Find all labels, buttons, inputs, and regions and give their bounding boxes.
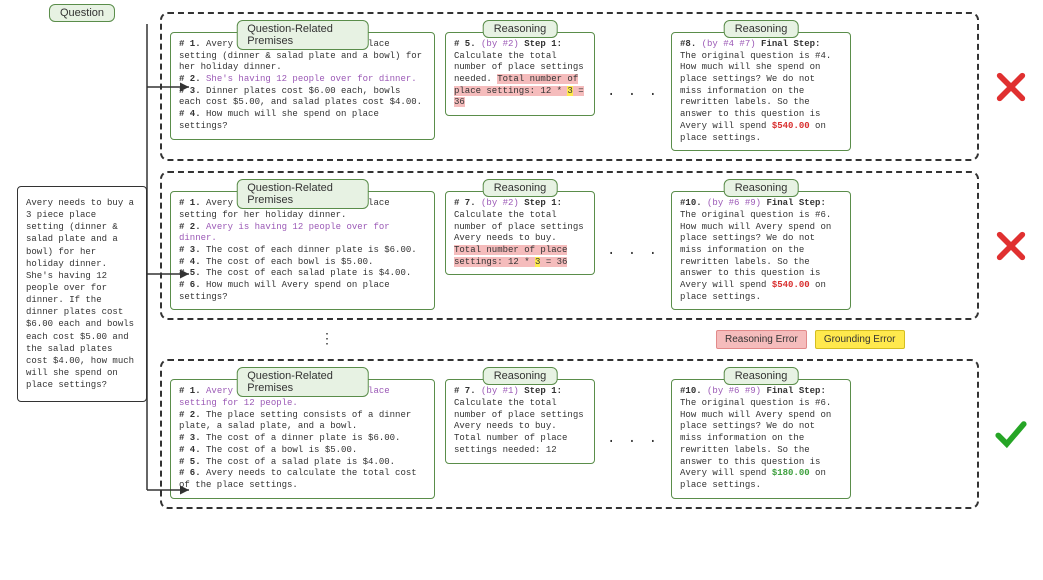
reasoning-label: Reasoning bbox=[724, 179, 799, 197]
question-column: Question Avery needs to buy a 3 piece pl… bbox=[12, 12, 152, 568]
reasoning-step1-card: # 7. (by #2) Step 1: Calculate the total… bbox=[445, 191, 595, 275]
premise-line: # 2. She's having 12 people over for din… bbox=[179, 74, 426, 86]
premises-label: Question-Related Premises bbox=[236, 367, 369, 397]
premise-line: # 2. The place setting consists of a din… bbox=[179, 410, 426, 433]
rows-column: Question-Related Premises# 1. Avery need… bbox=[160, 12, 1031, 568]
reasoning-final-card: #8. (by #4 #7) Final Step: The original … bbox=[671, 32, 851, 151]
check-icon bbox=[991, 359, 1031, 508]
premise-line: # 2. Avery is having 12 people over for … bbox=[179, 222, 426, 245]
cross-icon bbox=[991, 171, 1031, 320]
cross-icon bbox=[991, 12, 1031, 161]
reasoning-step1-card: # 5. (by #2) Step 1: Calculate the total… bbox=[445, 32, 595, 116]
reasoning-label: Reasoning bbox=[483, 367, 558, 385]
reasoning-label: Reasoning bbox=[483, 179, 558, 197]
premise-line: # 3. The cost of a dinner plate is $6.00… bbox=[179, 433, 426, 445]
premise-line: # 4. How much will she spend on place se… bbox=[179, 109, 426, 132]
row-group: Question-Related Premises# 1. Avery need… bbox=[160, 359, 979, 508]
legend-grounding-error: Grounding Error bbox=[815, 330, 905, 349]
reasoning-step1-card: # 7. (by #1) Step 1: Calculate the total… bbox=[445, 379, 595, 463]
premise-line: # 4. The cost of a bowl is $5.00. bbox=[179, 445, 426, 457]
premise-line: # 4. The cost of each bowl is $5.00. bbox=[179, 257, 426, 269]
reasoning-row: Question-Related Premises# 1. Avery need… bbox=[160, 171, 1031, 320]
question-box: Avery needs to buy a 3 piece place setti… bbox=[17, 186, 147, 402]
legend-reasoning-error: Reasoning Error bbox=[716, 330, 807, 349]
premise-line: # 3. The cost of each dinner plate is $6… bbox=[179, 245, 426, 257]
reasoning-label: Reasoning bbox=[724, 367, 799, 385]
vertical-ellipsis: ⋮ bbox=[320, 331, 336, 348]
reasoning-label: Reasoning bbox=[724, 20, 799, 38]
row-group: Question-Related Premises# 1. Avery need… bbox=[160, 12, 979, 161]
premise-line: # 5. The cost of a salad plate is $4.00. bbox=[179, 457, 426, 469]
ellipsis: . . . bbox=[605, 243, 661, 259]
premises-label: Question-Related Premises bbox=[236, 20, 369, 50]
premises-label: Question-Related Premises bbox=[236, 179, 369, 209]
premise-line: # 6. How much will Avery spend on place … bbox=[179, 280, 426, 303]
ellipsis: . . . bbox=[605, 431, 661, 447]
row-group: Question-Related Premises# 1. Avery need… bbox=[160, 171, 979, 320]
premise-line: # 6. Avery needs to calculate the total … bbox=[179, 468, 426, 491]
reasoning-row: Question-Related Premises# 1. Avery need… bbox=[160, 359, 1031, 508]
premise-line: # 5. The cost of each salad plate is $4.… bbox=[179, 268, 426, 280]
question-label: Question bbox=[49, 4, 115, 22]
reasoning-final-card: #10. (by #6 #9) Final Step: The original… bbox=[671, 191, 851, 310]
legend-row: ⋮ Reasoning Error Grounding Error bbox=[160, 330, 1031, 349]
legend: Reasoning Error Grounding Error bbox=[716, 330, 905, 349]
reasoning-row: Question-Related Premises# 1. Avery need… bbox=[160, 12, 1031, 161]
ellipsis: . . . bbox=[605, 84, 661, 100]
premise-line: # 3. Dinner plates cost $6.00 each, bowl… bbox=[179, 86, 426, 109]
reasoning-label: Reasoning bbox=[483, 20, 558, 38]
reasoning-final-card: #10. (by #6 #9) Final Step: The original… bbox=[671, 379, 851, 498]
